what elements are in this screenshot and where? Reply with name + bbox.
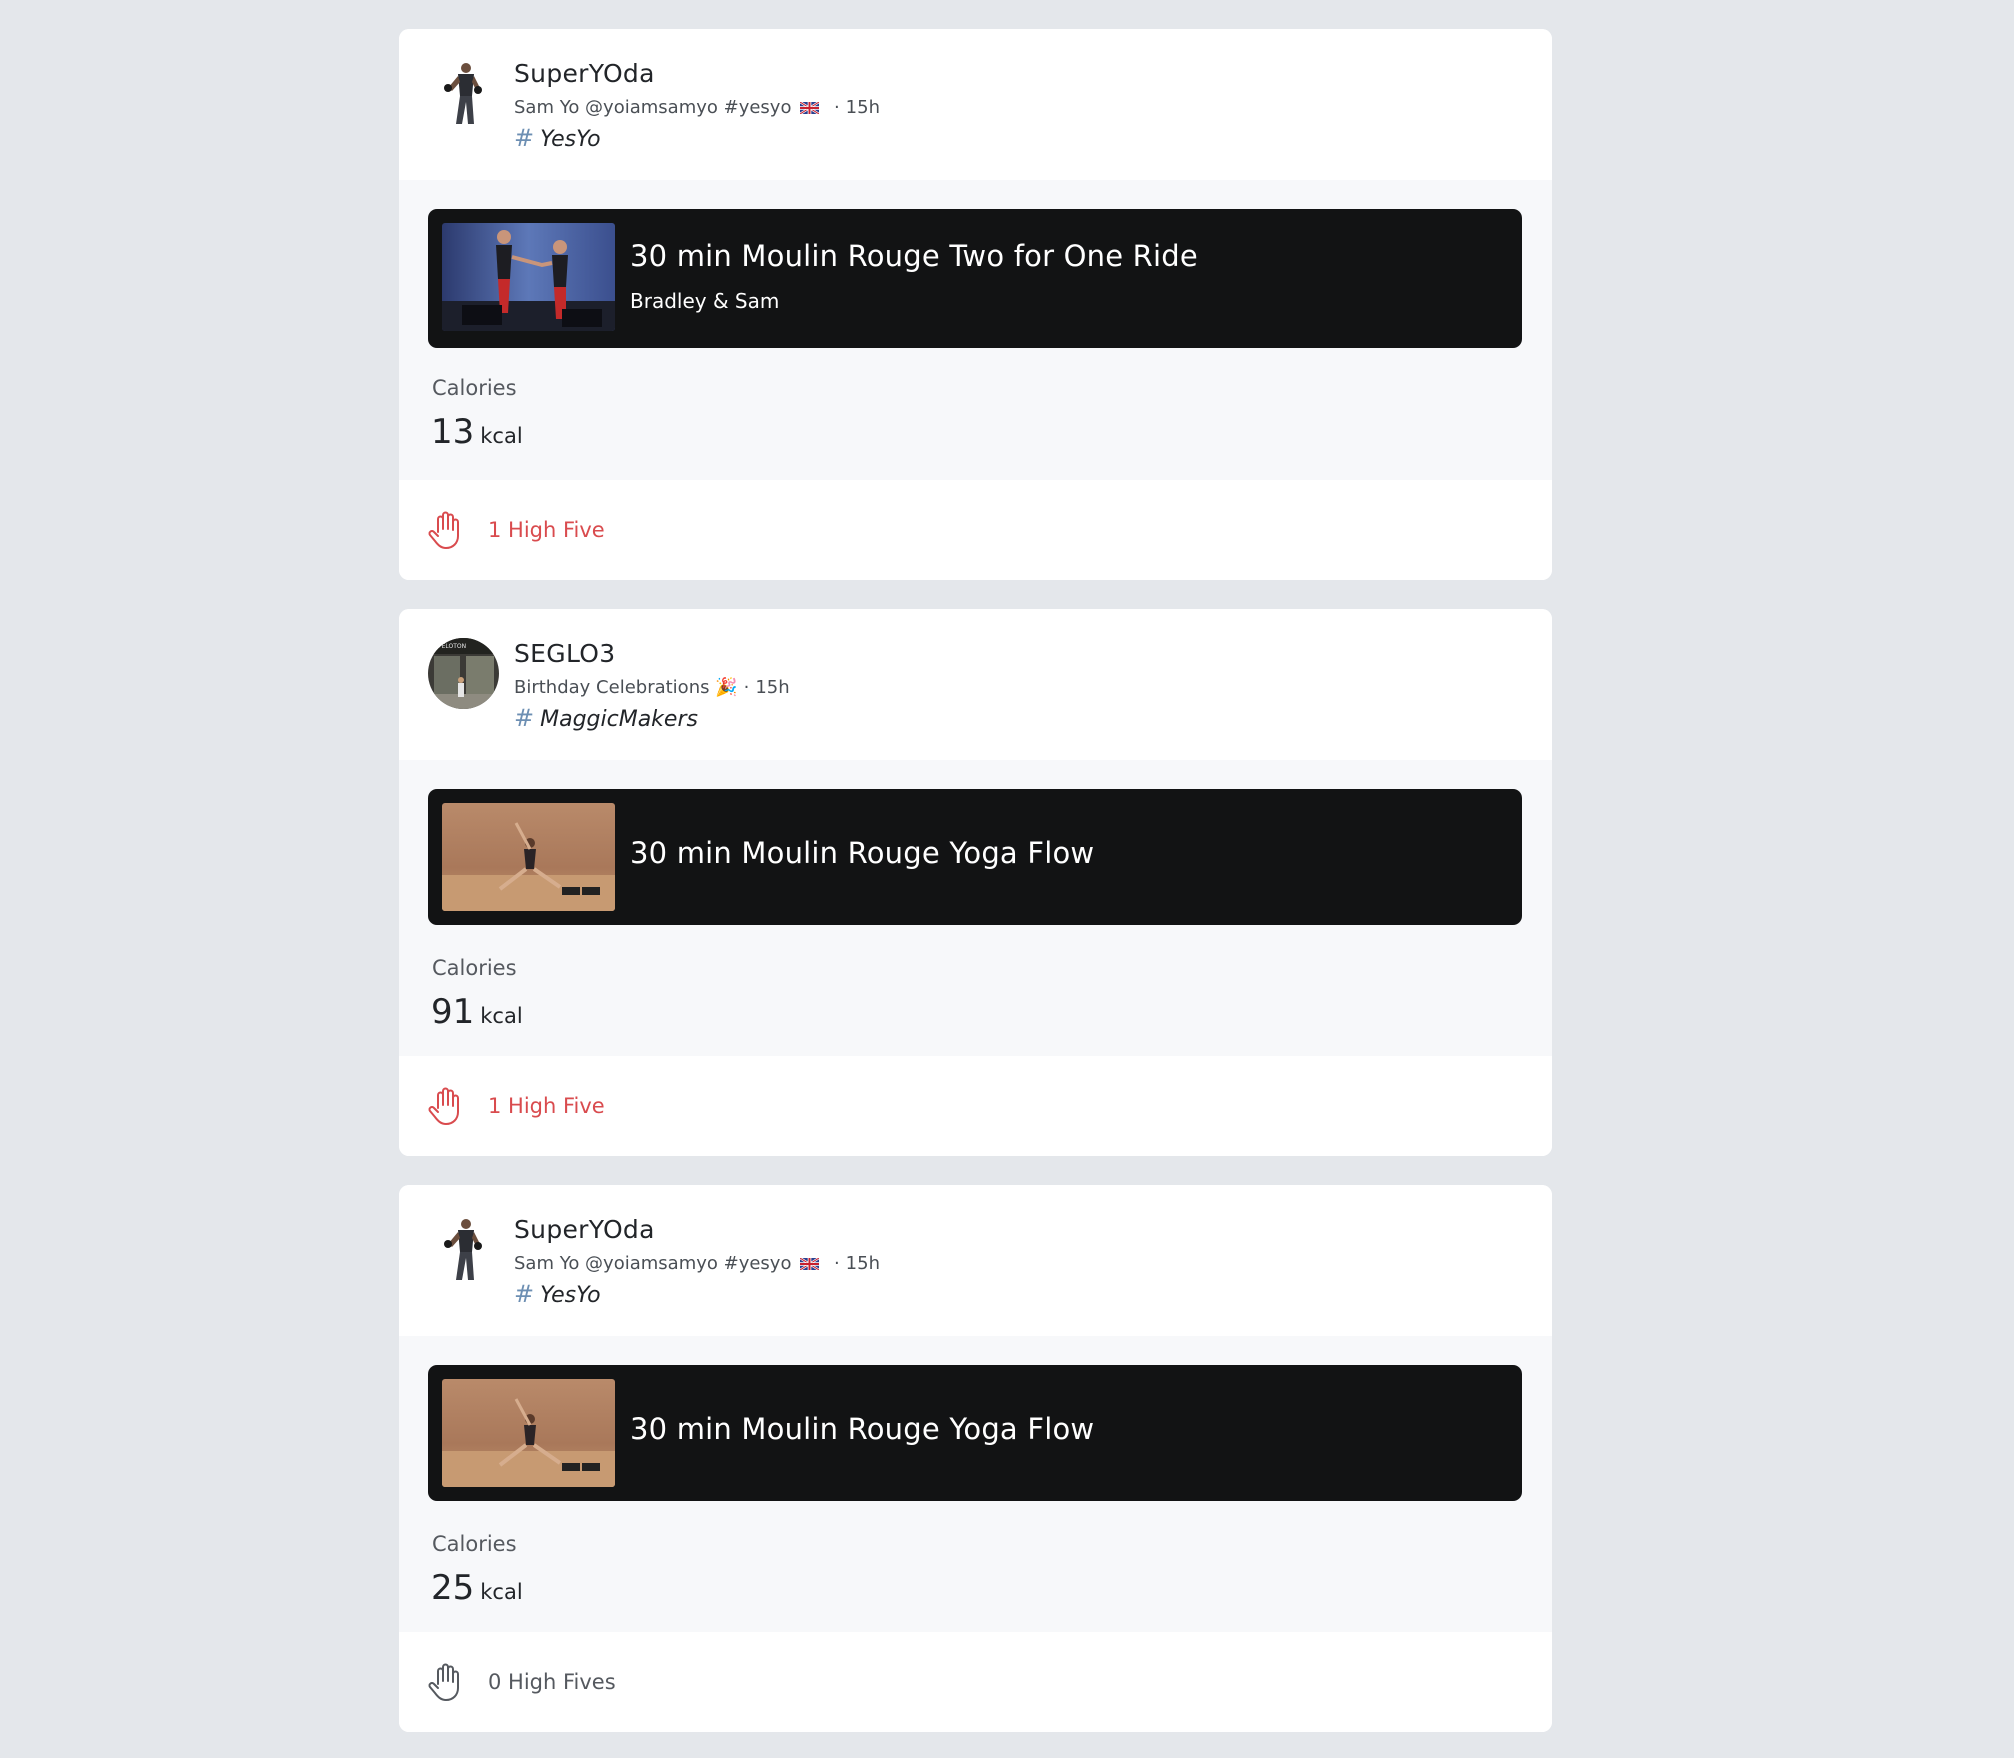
calories-number: 91 [431, 992, 475, 1032]
calories-label: Calories [432, 956, 517, 980]
post-subtitle: Sam Yo @yoiamsamyo #yesyo · 15h [514, 97, 880, 118]
post-header: SuperYOda Sam Yo @yoiamsamyo #yesyo · 15h… [399, 1185, 1552, 1336]
uk-flag-icon [800, 102, 820, 114]
class-title: 30 min Moulin Rouge Yoga Flow [630, 1412, 1095, 1446]
calories-label: Calories [432, 376, 517, 400]
username[interactable]: SuperYOda [514, 59, 655, 88]
hashtag-label: MaggicMakers [540, 707, 698, 732]
class-thumbnail [442, 223, 615, 331]
uk-flag-icon [800, 1258, 820, 1270]
class-thumbnail [442, 1379, 615, 1487]
class-tile[interactable]: 30 min Moulin Rouge Yoga Flow [428, 789, 1522, 925]
avatar[interactable] [428, 58, 499, 129]
post-subtitle: Sam Yo @yoiamsamyo #yesyo · 15h [514, 1253, 880, 1274]
hashtag-icon: # [514, 124, 535, 152]
calories-unit: kcal [480, 1580, 523, 1604]
hashtag-icon: # [514, 704, 535, 732]
class-tile[interactable]: 30 min Moulin Rouge Yoga Flow [428, 1365, 1522, 1501]
calories-value: 91 kcal [431, 992, 523, 1032]
user-display-info: Sam Yo @yoiamsamyo #yesyo [514, 1253, 792, 1274]
avatar[interactable] [428, 1214, 499, 1285]
feed-post-card: PELOTON SEGLO3 Birthday Celebrations 🎉 · 1… [399, 609, 1552, 1156]
hashtag-link[interactable]: # MaggicMakers [514, 704, 698, 732]
post-subtitle: Birthday Celebrations 🎉 · 15h [514, 677, 790, 698]
high-five-count[interactable]: 1 High Five [488, 518, 605, 542]
high-five-hand-icon[interactable] [428, 1086, 462, 1126]
workout-summary: 30 min Moulin Rouge Yoga Flow Calories 9… [399, 760, 1552, 1056]
class-tile[interactable]: 30 min Moulin Rouge Two for One Ride Bra… [428, 209, 1522, 348]
post-footer: 1 High Five [399, 480, 1552, 580]
user-display-info: Sam Yo @yoiamsamyo #yesyo [514, 97, 792, 118]
calories-number: 25 [431, 1568, 475, 1608]
post-header: PELOTON SEGLO3 Birthday Celebrations 🎉 · 1… [399, 609, 1552, 760]
post-time: 15h [755, 677, 790, 698]
class-title: 30 min Moulin Rouge Two for One Ride [630, 239, 1198, 273]
high-five-hand-icon[interactable] [428, 510, 462, 550]
hashtag-icon: # [514, 1280, 535, 1308]
post-footer: 0 High Fives [399, 1632, 1552, 1732]
svg-text:PELOTON: PELOTON [438, 643, 466, 650]
class-thumbnail [442, 803, 615, 911]
calories-value: 13 kcal [431, 412, 523, 452]
instructor-name: Bradley & Sam [630, 289, 780, 313]
post-header: SuperYOda Sam Yo @yoiamsamyo #yesyo · 15h… [399, 29, 1552, 180]
high-five-count[interactable]: 0 High Fives [488, 1670, 616, 1694]
hashtag-link[interactable]: # YesYo [514, 124, 601, 152]
username[interactable]: SEGLO3 [514, 639, 615, 668]
calories-number: 13 [431, 412, 475, 452]
high-five-count[interactable]: 1 High Five [488, 1094, 605, 1118]
calories-unit: kcal [480, 1004, 523, 1028]
high-five-hand-icon[interactable] [428, 1662, 462, 1702]
user-display-info: Birthday Celebrations 🎉 [514, 677, 738, 698]
calories-unit: kcal [480, 424, 523, 448]
calories-label: Calories [432, 1532, 517, 1556]
post-footer: 1 High Five [399, 1056, 1552, 1156]
username[interactable]: SuperYOda [514, 1215, 655, 1244]
class-title: 30 min Moulin Rouge Yoga Flow [630, 836, 1095, 870]
hashtag-link[interactable]: # YesYo [514, 1280, 601, 1308]
hashtag-label: YesYo [540, 127, 601, 152]
workout-summary: 30 min Moulin Rouge Two for One Ride Bra… [399, 180, 1552, 480]
feed-post-card: SuperYOda Sam Yo @yoiamsamyo #yesyo · 15h… [399, 1185, 1552, 1732]
calories-value: 25 kcal [431, 1568, 523, 1608]
avatar[interactable]: PELOTON [428, 638, 499, 709]
hashtag-label: YesYo [540, 1283, 601, 1308]
post-time: 15h [845, 97, 880, 118]
workout-summary: 30 min Moulin Rouge Yoga Flow Calories 2… [399, 1336, 1552, 1632]
post-time: 15h [845, 1253, 880, 1274]
feed-post-card: SuperYOda Sam Yo @yoiamsamyo #yesyo · 15h… [399, 29, 1552, 580]
